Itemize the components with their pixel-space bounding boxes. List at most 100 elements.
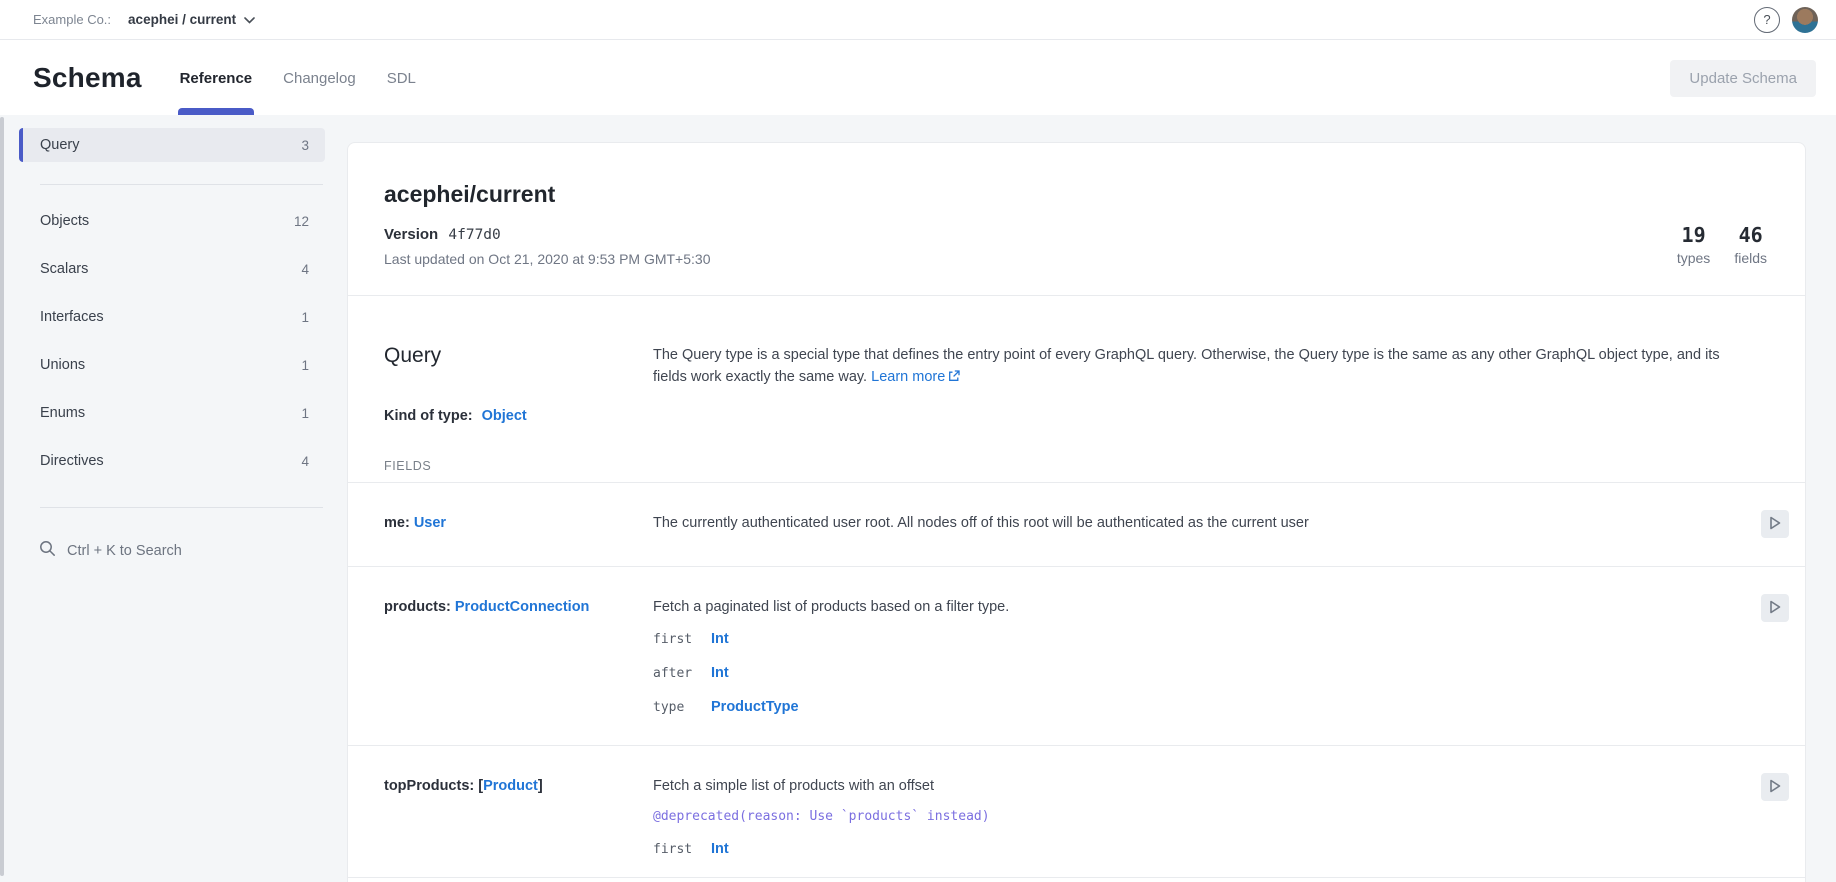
sidebar-item-label: Scalars xyxy=(40,261,88,277)
sidebar-item-directives[interactable]: Directives 4 xyxy=(19,437,325,485)
sidebar-item-count: 1 xyxy=(301,310,309,325)
stat-label: types xyxy=(1677,250,1710,266)
search-placeholder: Ctrl + K to Search xyxy=(67,543,182,559)
stat-types: 19 types xyxy=(1677,223,1710,267)
tab-sdl[interactable]: SDL xyxy=(385,41,418,115)
sidebar-divider xyxy=(40,507,323,508)
fields-heading: FIELDS xyxy=(348,424,1805,473)
kind-value-link[interactable]: Object xyxy=(482,408,527,424)
field-args: first Int after Int type ProductType xyxy=(653,630,1761,717)
stat-value: 46 xyxy=(1734,223,1767,247)
sidebar-item-count: 4 xyxy=(301,262,309,277)
field-type-link[interactable]: ProductConnection xyxy=(455,599,590,615)
sidebar-item-count: 3 xyxy=(301,138,309,153)
arg-type-link[interactable]: Int xyxy=(711,664,729,682)
field-name-prefix: products: xyxy=(384,599,451,615)
field-name-prefix: me: xyxy=(384,515,410,531)
tab-bar: Reference Changelog SDL xyxy=(178,41,445,115)
search-icon xyxy=(39,540,56,561)
left-scrollbar[interactable] xyxy=(0,117,4,876)
search-trigger[interactable]: Ctrl + K to Search xyxy=(33,530,325,571)
last-updated: Last updated on Oct 21, 2020 at 9:53 PM … xyxy=(384,251,1677,267)
sidebar-item-enums[interactable]: Enums 1 xyxy=(19,389,325,437)
version-line: Version 4f77d0 xyxy=(384,226,1677,243)
sidebar-item-count: 1 xyxy=(301,406,309,421)
run-in-explorer-button[interactable] xyxy=(1761,594,1789,622)
sidebar-item-count: 4 xyxy=(301,454,309,469)
arg-name: type xyxy=(653,699,711,717)
user-avatar[interactable] xyxy=(1792,7,1818,33)
arg-name: first xyxy=(653,631,711,649)
help-icon[interactable]: ? xyxy=(1754,7,1780,33)
field-row-products: products: ProductConnection Fetch a pagi… xyxy=(348,567,1805,745)
field-type-link[interactable]: User xyxy=(414,515,446,531)
schema-sidebar: Query 3 Objects 12 Scalars 4 Interfaces … xyxy=(19,115,325,571)
arg-name: first xyxy=(653,841,711,859)
page-header: Schema Reference Changelog SDL Update Sc… xyxy=(0,41,1836,115)
field-name: me: User xyxy=(384,514,653,538)
field-body: Fetch a simple list of products with an … xyxy=(653,777,1761,859)
sidebar-item-label: Directives xyxy=(40,453,104,469)
row-divider xyxy=(348,877,1805,878)
sidebar-item-count: 1 xyxy=(301,358,309,373)
play-icon xyxy=(1769,516,1781,533)
field-description: Fetch a paginated list of products based… xyxy=(653,598,1761,616)
field-name-suffix: ] xyxy=(538,778,543,794)
type-name: Query xyxy=(384,344,653,388)
stat-value: 19 xyxy=(1677,223,1710,247)
sidebar-item-label: Enums xyxy=(40,405,85,421)
field-args: first Int xyxy=(653,840,1761,859)
field-arg: after Int xyxy=(653,664,1761,683)
field-arg: first Int xyxy=(653,840,1761,859)
sidebar-item-objects[interactable]: Objects 12 xyxy=(19,197,325,245)
schema-stats: 19 types 46 fields xyxy=(1677,223,1767,267)
field-row-topProducts: topProducts: [Product] Fetch a simple li… xyxy=(348,746,1805,877)
page-title: Schema xyxy=(33,62,142,94)
content-area: Query 3 Objects 12 Scalars 4 Interfaces … xyxy=(0,115,1836,882)
graph-title: acephei/current xyxy=(384,181,1677,208)
play-icon xyxy=(1769,779,1781,796)
deprecated-directive: @deprecated(reason: Use `products` inste… xyxy=(653,808,1761,826)
tab-changelog[interactable]: Changelog xyxy=(281,41,358,115)
sidebar-item-label: Query xyxy=(40,137,80,153)
help-glyph: ? xyxy=(1763,12,1770,27)
field-description: Fetch a simple list of products with an … xyxy=(653,777,1761,795)
stat-fields: 46 fields xyxy=(1734,223,1767,267)
arg-type-link[interactable]: Int xyxy=(711,840,729,858)
sidebar-item-scalars[interactable]: Scalars 4 xyxy=(19,245,325,293)
field-name: products: ProductConnection xyxy=(384,598,653,717)
schema-reference-card: acephei/current Version 4f77d0 Last upda… xyxy=(347,142,1806,882)
external-link-icon xyxy=(945,369,960,385)
type-description-text: The Query type is a special type that de… xyxy=(653,347,1720,385)
sidebar-item-unions[interactable]: Unions 1 xyxy=(19,341,325,389)
learn-more-link[interactable]: Learn more xyxy=(871,369,960,385)
run-in-explorer-button[interactable] xyxy=(1761,510,1789,538)
org-bar: Example Co.: acephei / current ? xyxy=(0,0,1836,40)
field-name-prefix: topProducts: [ xyxy=(384,778,483,794)
field-arg: first Int xyxy=(653,630,1761,649)
learn-more-label: Learn more xyxy=(871,369,945,385)
play-icon xyxy=(1769,600,1781,617)
version-value: 4f77d0 xyxy=(448,227,500,243)
field-type-link[interactable]: Product xyxy=(483,778,538,794)
tab-reference[interactable]: Reference xyxy=(178,41,255,115)
version-label: Version xyxy=(384,226,438,243)
sidebar-item-count: 12 xyxy=(294,214,309,229)
sidebar-type-list: Objects 12 Scalars 4 Interfaces 1 Unions… xyxy=(19,185,325,485)
run-in-explorer-button[interactable] xyxy=(1761,773,1789,801)
type-header: Query The Query type is a special type t… xyxy=(348,296,1805,388)
sidebar-item-label: Unions xyxy=(40,357,85,373)
arg-name: after xyxy=(653,665,711,683)
field-body: The currently authenticated user root. A… xyxy=(653,514,1761,538)
field-body: Fetch a paginated list of products based… xyxy=(653,598,1761,717)
arg-type-link[interactable]: Int xyxy=(711,630,729,648)
chevron-down-icon xyxy=(244,12,255,27)
update-schema-button[interactable]: Update Schema xyxy=(1670,60,1816,97)
graph-summary: acephei/current Version 4f77d0 Last upda… xyxy=(348,143,1805,295)
graph-selector[interactable]: acephei / current xyxy=(128,12,255,27)
sidebar-item-interfaces[interactable]: Interfaces 1 xyxy=(19,293,325,341)
sidebar-item-query[interactable]: Query 3 xyxy=(19,128,325,162)
stat-label: fields xyxy=(1734,250,1767,266)
field-row-me: me: User The currently authenticated use… xyxy=(348,483,1805,566)
arg-type-link[interactable]: ProductType xyxy=(711,698,799,716)
